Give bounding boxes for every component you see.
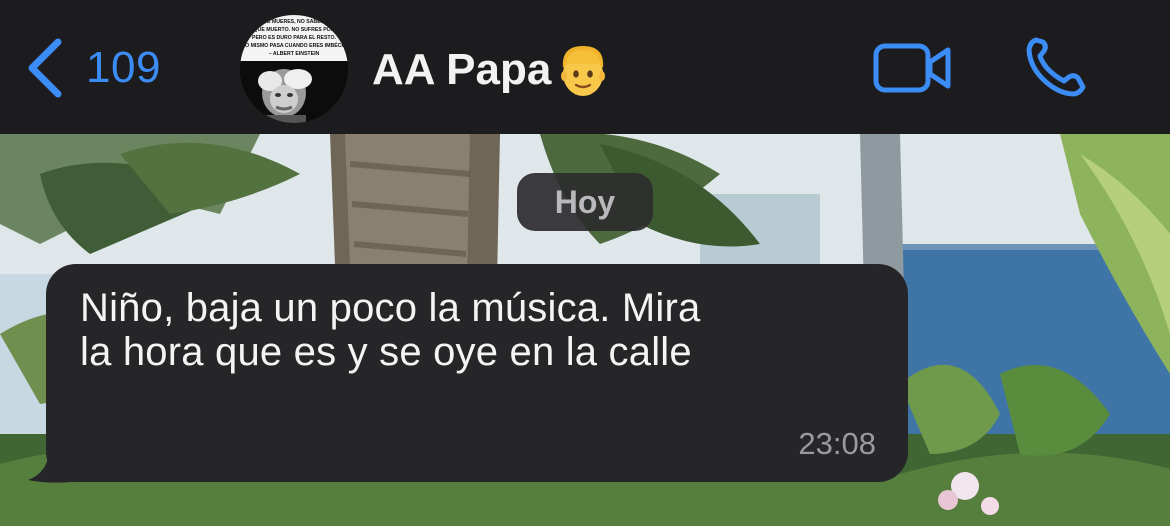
video-call-button[interactable]	[872, 40, 952, 96]
message-text: Niño, baja un poco la música. Mira la ho…	[80, 286, 701, 374]
avatar-quote-line-1: TE MUERES, NO SABES	[264, 19, 325, 25]
contact-name[interactable]: AA Papa	[372, 40, 611, 100]
man-emoji-icon	[561, 46, 606, 96]
avatar-quote-line-3: PERO ES DURO PARA EL RESTO.	[252, 35, 337, 41]
avatar-image: TE MUERES, NO SABES QUE MUERTO. NO SUFRE…	[240, 15, 348, 123]
video-camera-icon	[873, 43, 951, 93]
contact-name-text: AA Papa	[372, 45, 552, 94]
avatar-quote-line-5: – ALBERT EINSTEIN	[269, 51, 320, 57]
phone-icon	[1026, 37, 1086, 97]
voice-call-button[interactable]	[1022, 34, 1088, 100]
message-timestamp: 23:08	[798, 426, 876, 461]
contact-avatar[interactable]: TE MUERES, NO SABES QUE MUERTO. NO SUFRE…	[240, 15, 348, 123]
message-bubble[interactable]: Niño, baja un poco la música. Mira la ho…	[46, 264, 908, 482]
avatar-quote-line-4: LO MISMO PASA CUANDO ERES IMBÉCIL	[242, 41, 347, 49]
chevron-left-icon	[28, 38, 62, 98]
chat-header: 109 TE MUERES, NO SABES QUE MUERTO. NO S…	[0, 0, 1170, 134]
unread-count: 109	[86, 43, 161, 92]
date-divider: Hoy	[517, 173, 653, 231]
chat-screen: 109 TE MUERES, NO SABES QUE MUERTO. NO S…	[0, 0, 1170, 526]
back-button[interactable]: 109	[24, 36, 161, 100]
avatar-quote-line-2: QUE MUERTO. NO SUFRES POR	[254, 27, 335, 33]
